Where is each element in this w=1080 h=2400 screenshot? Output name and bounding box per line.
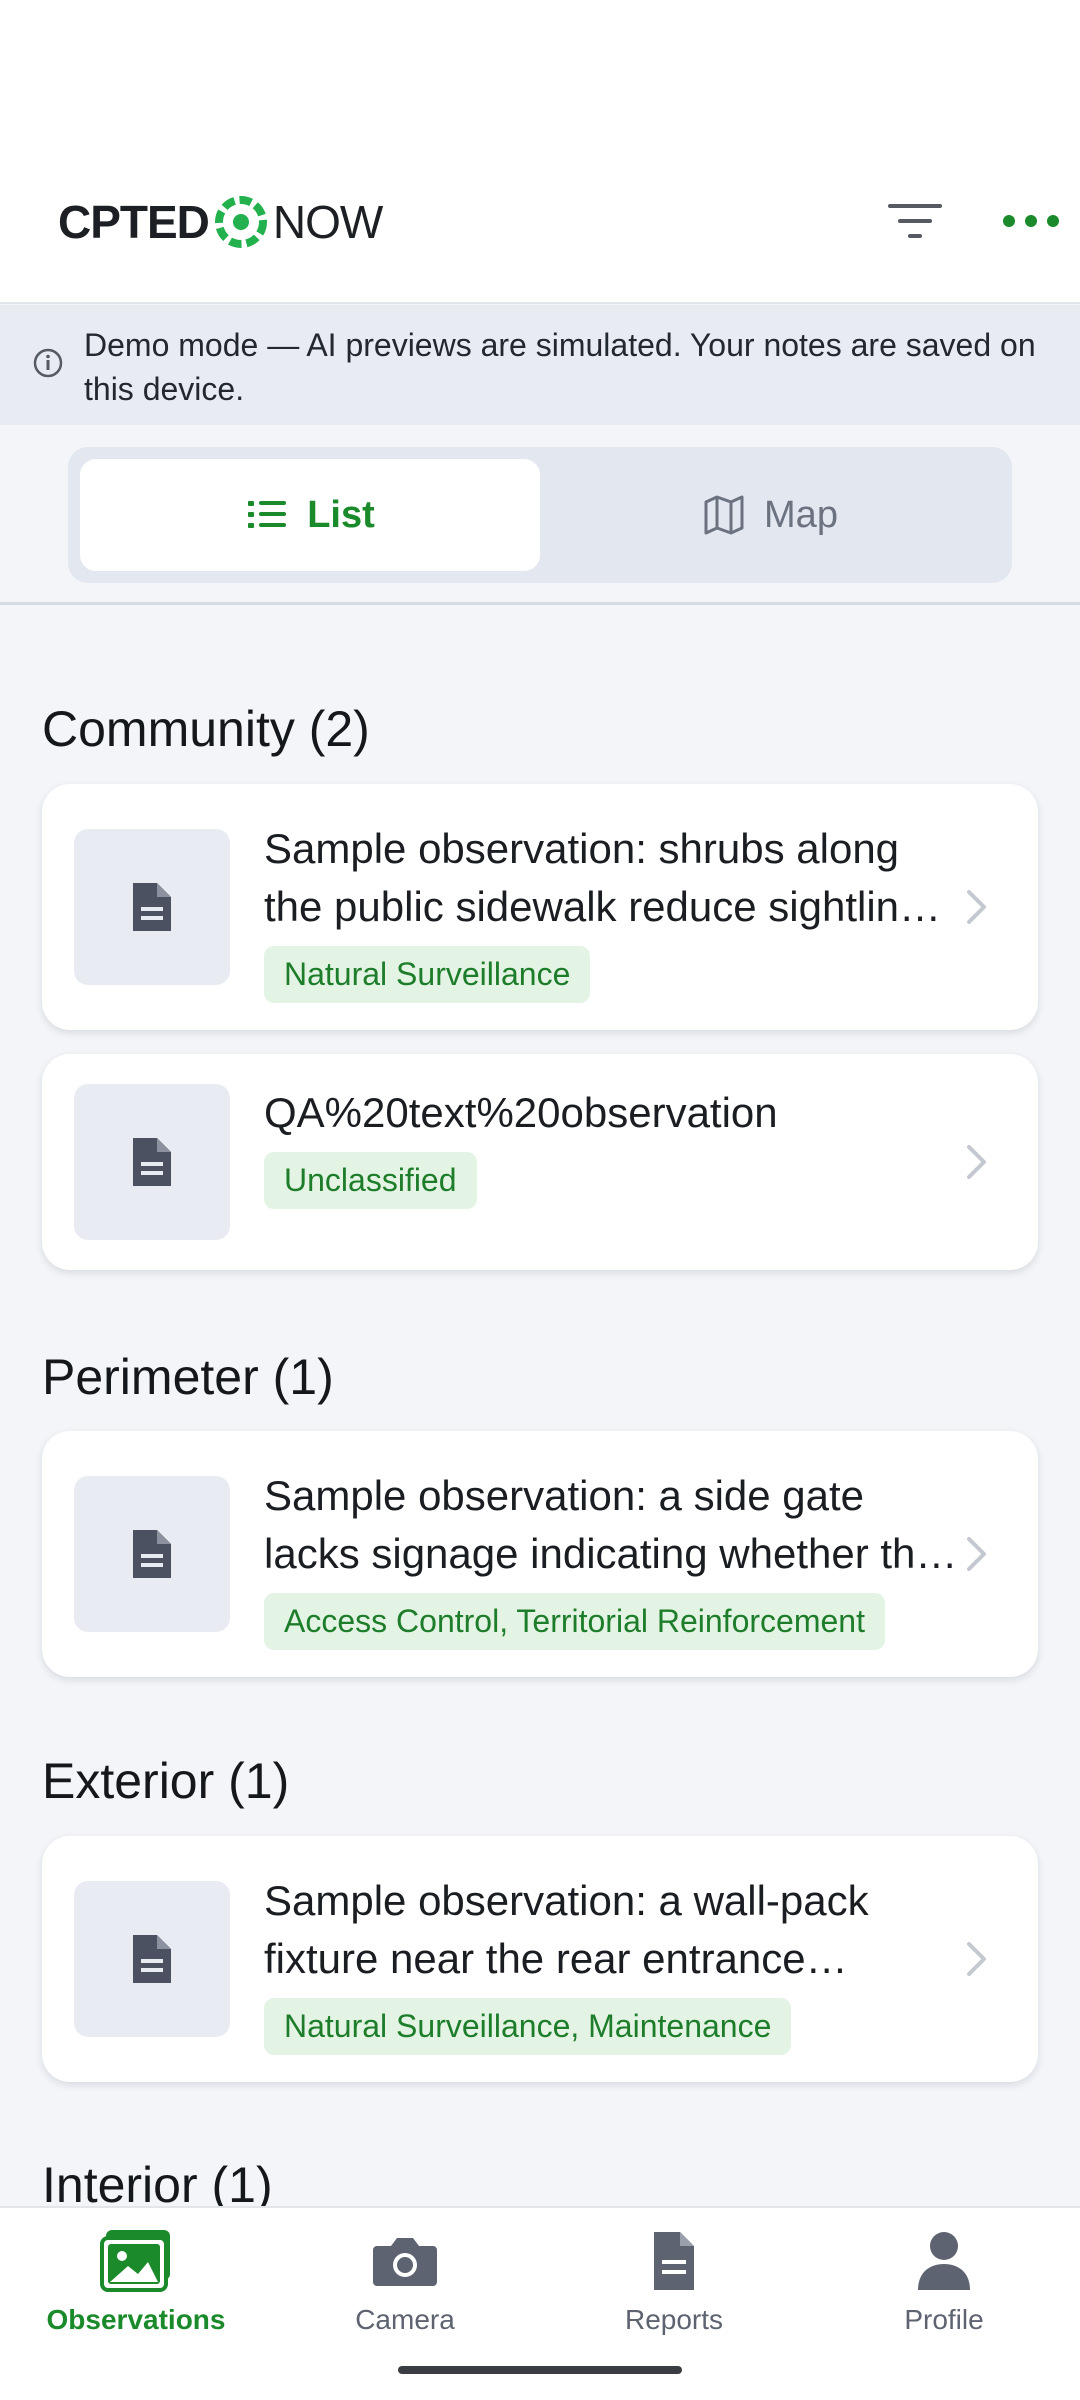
observation-title: QA%20text%20observation <box>264 1089 778 1136</box>
category-tag: Unclassified <box>264 1152 477 1209</box>
tab-profile[interactable]: Profile <box>834 2228 1054 2336</box>
observation-title: Sample observation: a side gate lacks si… <box>264 1472 939 1577</box>
chevron-right-icon <box>967 1537 986 1571</box>
view-toggle: List Map <box>68 447 1012 583</box>
observation-title: Sample observation: shrubs along the pub… <box>264 825 944 930</box>
observation-card[interactable]: QA%20text%20observation Unclassified <box>42 1054 1038 1270</box>
tab-reports[interactable]: Reports <box>564 2228 784 2336</box>
observation-thumbnail <box>74 1881 230 2037</box>
document-icon <box>133 883 171 931</box>
logo-text-left: CPTED <box>58 196 210 248</box>
document-icon <box>133 1530 171 1578</box>
camera-icon <box>373 2238 437 2286</box>
chevron-right-icon <box>967 1942 986 1976</box>
tab-label-camera: Camera <box>355 2304 455 2335</box>
home-indicator <box>398 2366 682 2374</box>
view-toggle-area: List Map <box>0 425 1080 605</box>
more-icon[interactable] <box>1000 206 1062 236</box>
section-title-interior: Interior (1) <box>42 2157 273 2208</box>
map-icon <box>704 495 744 535</box>
app-header: CPTED NOW <box>0 150 1080 304</box>
filter-icon[interactable] <box>880 196 950 246</box>
observation-thumbnail <box>74 1084 230 1240</box>
document-icon <box>133 1935 171 1983</box>
chevron-right-icon <box>967 890 986 924</box>
observations-feed: Community (2) Sample observation: shrubs… <box>0 608 1080 2208</box>
observation-thumbnail <box>74 1476 230 1632</box>
category-tag: Natural Surveillance <box>264 946 591 1003</box>
observation-card[interactable]: Sample observation: a wall-pack fixture … <box>42 1836 1038 2082</box>
tab-observations[interactable]: Observations <box>26 2228 246 2336</box>
observations-icon <box>100 2230 170 2292</box>
demo-banner-text: Demo mode — AI previews are simulated. Y… <box>84 327 1036 407</box>
tab-label-reports: Reports <box>624 2304 724 2335</box>
category-tag: Natural Surveillance, Maintenance <box>264 1998 792 2055</box>
section-title-perimeter: Perimeter (1) <box>42 1349 334 1405</box>
logo-text-right: NOW <box>272 196 383 248</box>
section-title-exterior: Exterior (1) <box>42 1753 290 1809</box>
list-view-button[interactable]: List <box>80 459 540 571</box>
document-icon <box>133 1138 171 1186</box>
observation-title: Sample observation: a wall-pack fixture … <box>264 1877 869 1982</box>
category-tag: Access Control, Territorial Reinforcemen… <box>264 1593 885 1650</box>
observation-card[interactable]: Sample observation: shrubs along the pub… <box>42 784 1038 1030</box>
profile-icon <box>918 2232 970 2290</box>
demo-banner: Demo mode — AI previews are simulated. Y… <box>0 305 1080 425</box>
tab-label-profile: Profile <box>904 2304 984 2335</box>
map-view-button[interactable]: Map <box>540 459 1000 571</box>
app-logo: CPTED NOW <box>58 190 383 254</box>
info-icon <box>33 348 63 378</box>
list-view-label: List <box>307 493 375 536</box>
tab-camera[interactable]: Camera <box>295 2228 515 2336</box>
observation-thumbnail <box>74 829 230 985</box>
tab-label-observations: Observations <box>46 2304 226 2335</box>
reports-icon <box>654 2232 694 2290</box>
chevron-right-icon <box>967 1145 986 1179</box>
observation-card[interactable]: Sample observation: a side gate lacks si… <box>42 1431 1038 1677</box>
logo-target-icon <box>214 196 267 248</box>
status-bar-area <box>0 0 1080 150</box>
list-icon <box>248 501 287 528</box>
map-view-label: Map <box>764 493 838 536</box>
section-title-community: Community (2) <box>42 701 370 757</box>
